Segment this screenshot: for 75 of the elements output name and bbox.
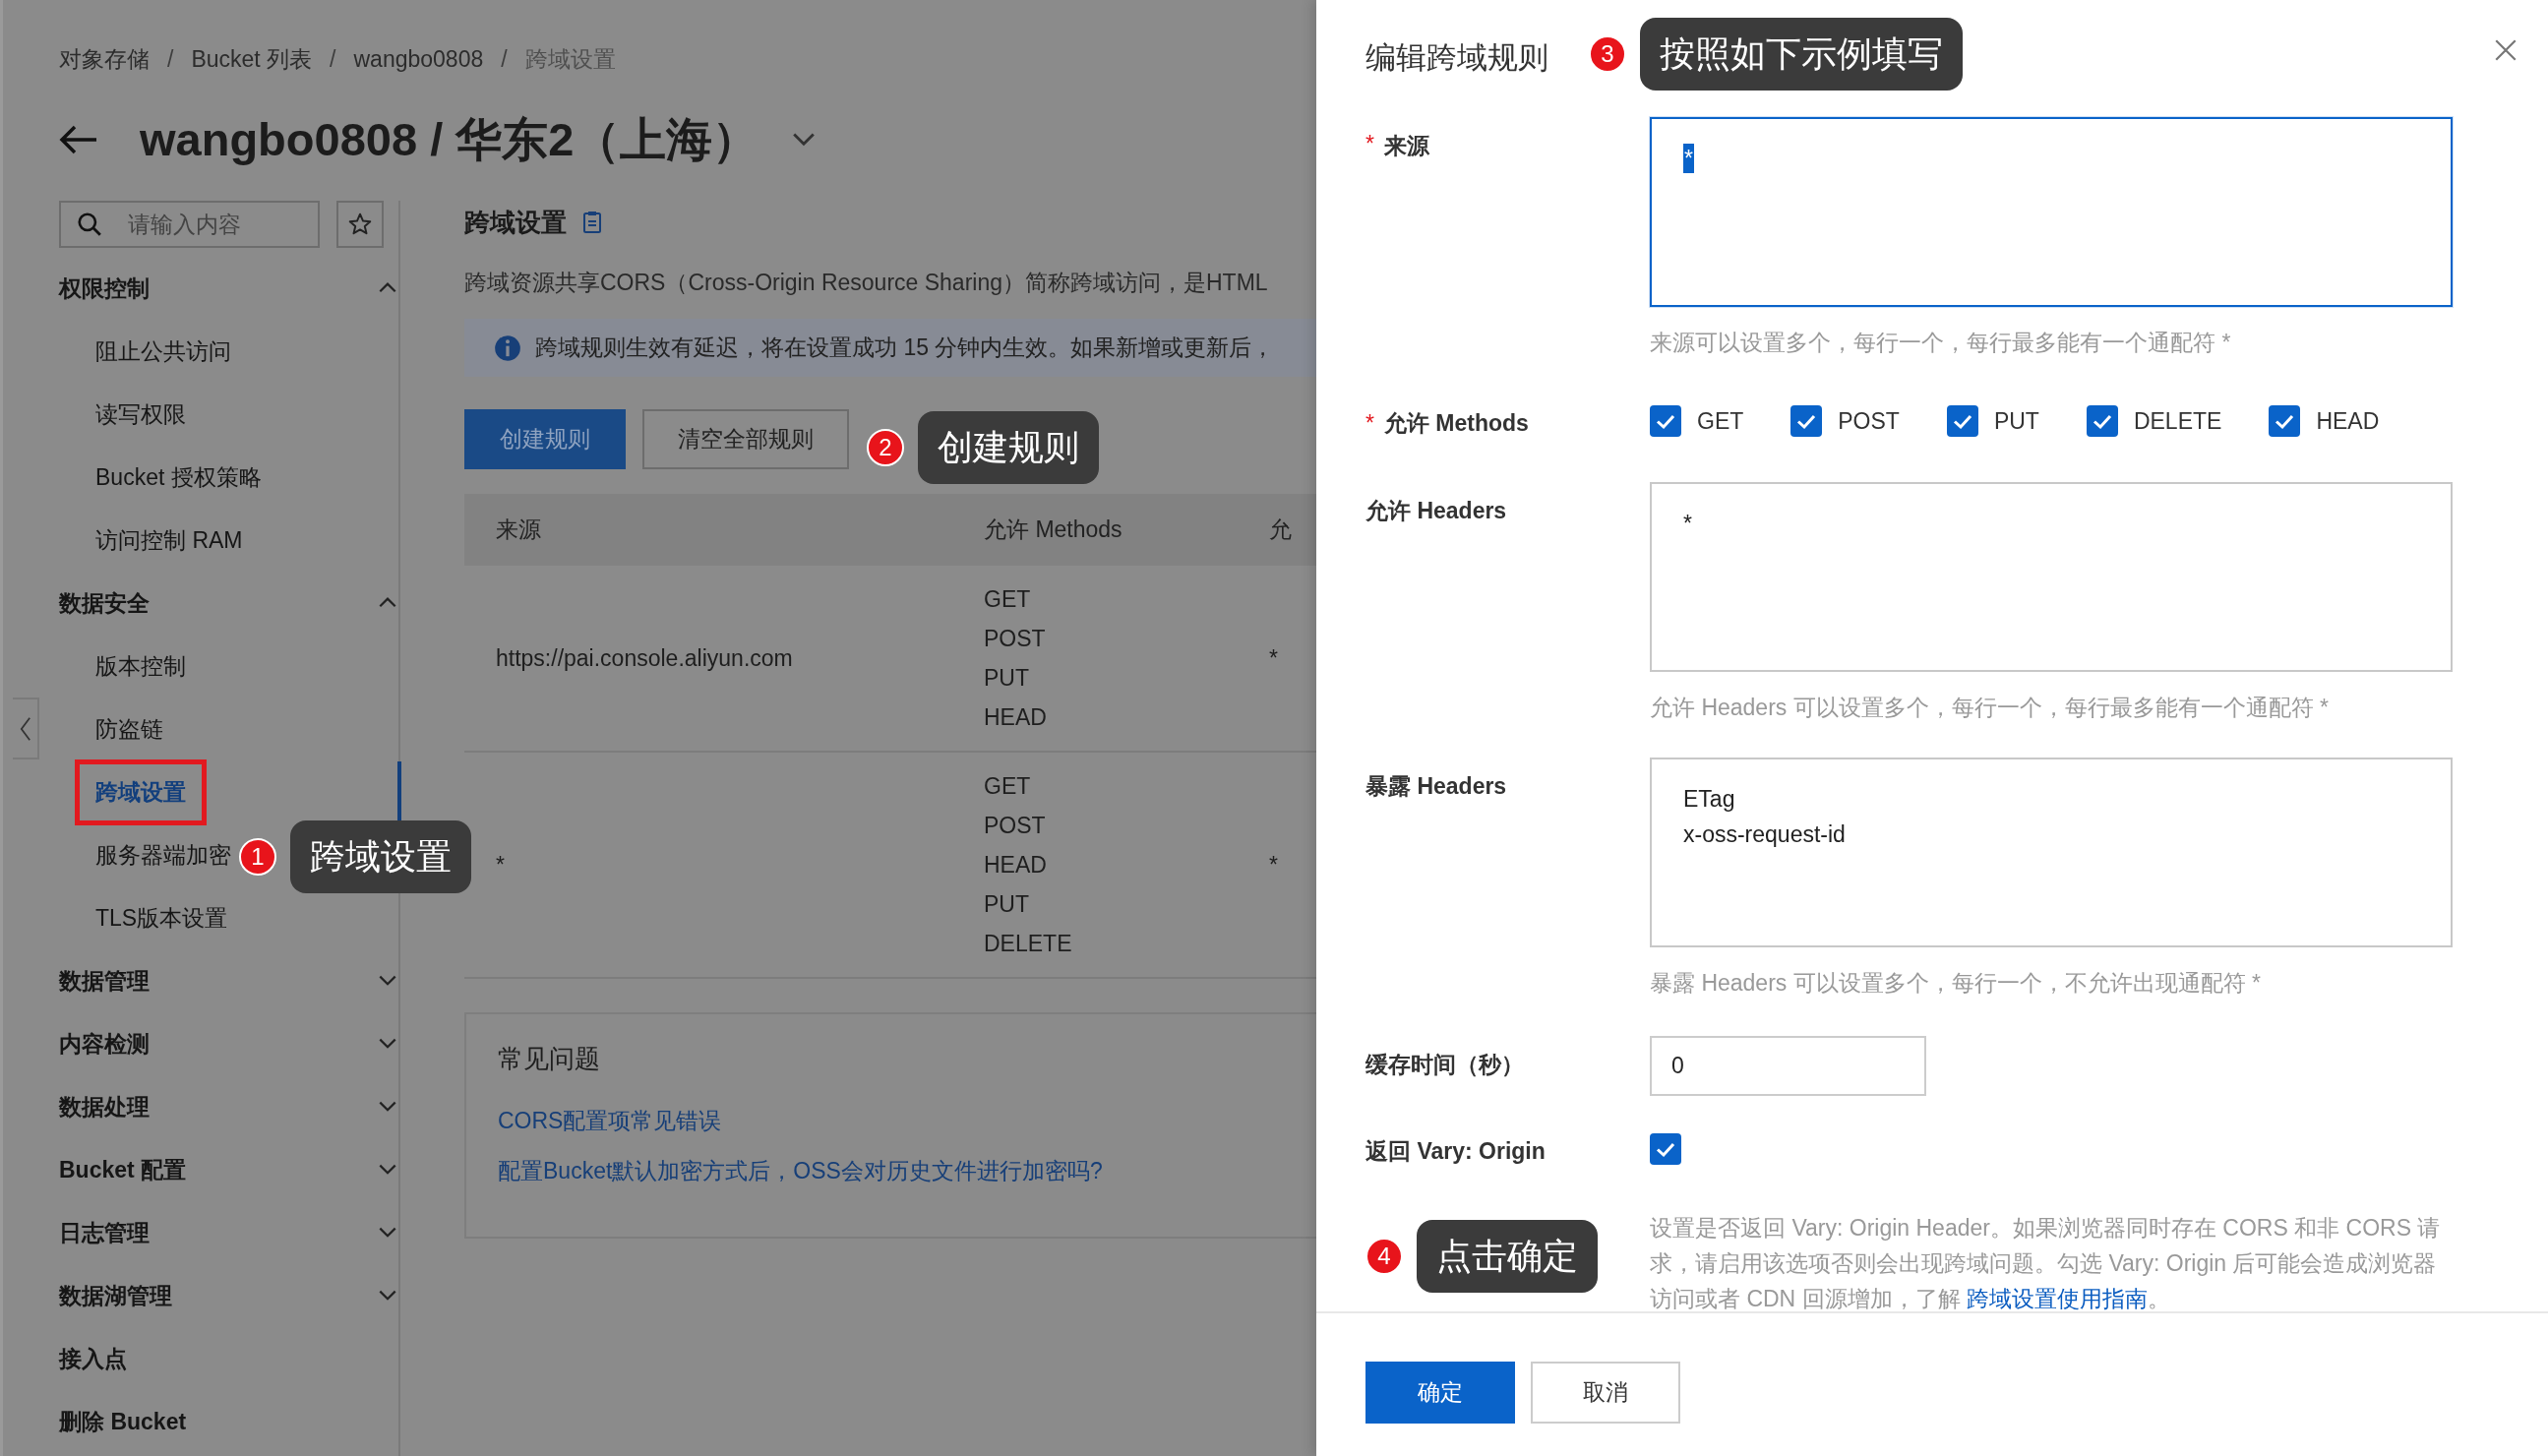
menu-item[interactable]: 服务器端加密 — [59, 839, 231, 871]
menu-group[interactable]: 数据处理 — [59, 1091, 150, 1122]
breadcrumb-item: 跨域设置 — [524, 45, 616, 74]
table-cell: GET POST PUT HEAD — [984, 566, 1269, 752]
textarea-field[interactable]: ETag x-oss-request-id — [1650, 758, 2453, 947]
field-label: 暴露 Headers — [1365, 772, 1507, 801]
menu-item[interactable]: 删除 Bucket — [59, 1406, 187, 1437]
menu-group[interactable]: 权限控制 — [59, 273, 150, 304]
breadcrumb-separator: / — [501, 45, 508, 74]
checkbox-label: POST — [1838, 407, 1900, 435]
menu-item[interactable]: 防盗链 — [59, 713, 163, 745]
section-description: 跨域资源共享CORS（Cross-Origin Resource Sharing）简称跨域访问，是HTML — [464, 269, 1269, 297]
menu-group[interactable]: 日志管理 — [59, 1217, 150, 1248]
checkbox-label: HEAD — [2316, 407, 2380, 435]
menu-item[interactable]: 访问控制 RAM — [59, 524, 243, 556]
checkbox-label: DELETE — [2133, 407, 2222, 435]
menu-item[interactable]: 读写权限 — [59, 398, 186, 430]
step-number-badge: 2 — [867, 429, 904, 466]
table-cell: GET POST HEAD PUT DELETE — [984, 752, 1269, 978]
confirm-button[interactable]: 确定 — [1365, 1362, 1515, 1424]
column-header: 允许 Methods — [984, 494, 1269, 566]
menu-group[interactable]: Bucket 配置 — [59, 1154, 187, 1185]
breadcrumb-item[interactable]: 对象存储 — [59, 43, 150, 75]
breadcrumb-item[interactable]: wangbo0808 — [353, 43, 484, 75]
table-cell: https://pai.console.aliyun.com — [464, 566, 984, 752]
textarea-field[interactable]: * — [1650, 482, 2453, 672]
textarea-field[interactable]: * — [1650, 117, 2453, 307]
page-title: wangbo0808 / 华东2（上海） — [140, 111, 759, 167]
field-note: 设置是否返回 Vary: Origin Header。如果浏览器同时存在 CORS 和非 CORS 请求，请启用该选项否则会出现跨域问题。勾选 Vary: Origin 后可能会造成浏览器访问或者 CDN 回源增加，了解 跨域设置使用指南。 — [1650, 1214, 2442, 1313]
callout-bubble: 点击确定 — [1417, 1220, 1598, 1293]
field-label: 允许 Methods — [1383, 408, 1529, 438]
create-rule-button[interactable]: 创建规则 — [464, 409, 626, 469]
faq-title: 常见问题 — [498, 1043, 601, 1075]
cache-time-field[interactable]: 0 — [1650, 1036, 1926, 1096]
field-label: 来源 — [1383, 132, 1429, 160]
faq-link[interactable]: CORS配置项常见错误 — [498, 1106, 1316, 1136]
field-hint: 暴露 Headers 可以设置多个，每行一个，不允许出现通配符 * — [1650, 969, 2263, 998]
column-header: 允 — [1269, 494, 1316, 566]
menu-item[interactable]: 接入点 — [59, 1343, 127, 1374]
menu-item[interactable]: Bucket 授权策略 — [59, 461, 262, 493]
faq-link[interactable]: 配置Bucket默认加密方式后，OSS会对历史文件进行加密吗? — [498, 1156, 1316, 1186]
clear-rules-button[interactable]: 清空全部规则 — [642, 409, 849, 469]
menu-group[interactable]: 数据安全 — [59, 587, 150, 619]
checkbox-label: GET — [1697, 407, 1744, 435]
field-hint: 来源可以设置多个，每行一个，每行最多能有一个通配符 * — [1650, 329, 2232, 357]
menu-group[interactable]: 数据湖管理 — [59, 1280, 172, 1311]
guide-link[interactable]: 跨域设置使用指南 — [1967, 1286, 2148, 1311]
step-number-badge: 4 — [1365, 1238, 1403, 1275]
breadcrumb-item[interactable]: Bucket 列表 — [191, 43, 313, 75]
breadcrumb-separator: / — [330, 45, 336, 74]
required-mark: * — [1365, 131, 1374, 158]
field-label: 缓存时间（秒） — [1365, 1051, 1524, 1079]
search-field[interactable]: 请输入内容 — [59, 201, 320, 248]
field-label: 允许 Headers — [1365, 497, 1507, 525]
section-title: 跨域设置 — [464, 206, 567, 239]
menu-group[interactable]: 内容检测 — [59, 1028, 150, 1060]
checkbox-label: PUT — [1993, 407, 2039, 435]
step-number-badge: 3 — [1589, 35, 1626, 73]
alert-text: 跨域规则生效有延迟，将在设置成功 15 分钟内生效。如果新增或更新后， — [535, 334, 1275, 362]
field-hint: 允许 Headers 可以设置多个，每行一个，每行最多能有一个通配符 * — [1650, 694, 2331, 722]
drawer-title: 编辑跨域规则 — [1365, 39, 1548, 77]
step-number-badge: 1 — [239, 838, 276, 876]
callout-bubble: 跨域设置 — [290, 820, 471, 893]
column-header: 来源 — [464, 494, 984, 566]
field-label: 返回 Vary: Origin — [1365, 1136, 1546, 1166]
menu-item[interactable]: 跨域设置 — [95, 778, 186, 805]
breadcrumb-separator: / — [167, 45, 174, 74]
menu-item[interactable]: TLS版本设置 — [59, 902, 228, 934]
callout-bubble: 创建规则 — [918, 411, 1099, 484]
required-mark: * — [1365, 409, 1374, 437]
callout-bubble: 按照如下示例填写 — [1640, 18, 1963, 91]
menu-group[interactable]: 数据管理 — [59, 965, 150, 997]
cancel-button[interactable]: 取消 — [1531, 1362, 1680, 1424]
menu-item[interactable]: 阻止公共访问 — [59, 335, 231, 367]
menu-item[interactable]: 版本控制 — [59, 650, 186, 682]
